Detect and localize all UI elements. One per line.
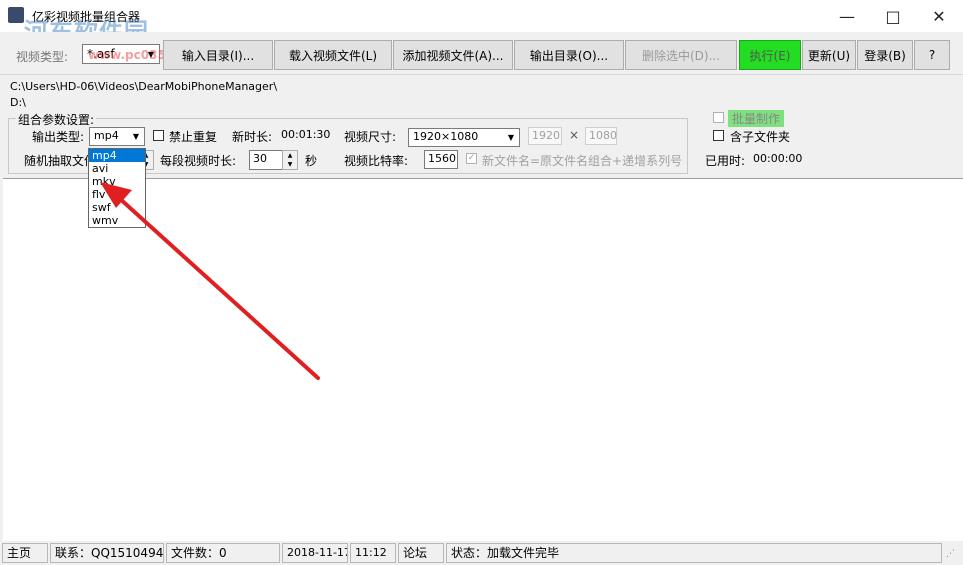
maximize-button[interactable]: □ xyxy=(870,0,916,32)
batch-label: 批量制作 xyxy=(728,110,785,127)
file-list-area[interactable] xyxy=(3,178,963,541)
status-date: 2018-11-17 xyxy=(282,543,348,563)
dropdown-option-avi[interactable]: avi xyxy=(89,162,145,175)
segment-duration-spinner[interactable]: ▲ ▼ xyxy=(282,150,298,170)
params-group-title: 组合参数设置: xyxy=(16,111,97,128)
output-dir-path: D:\ xyxy=(10,96,26,109)
help-button[interactable]: ? xyxy=(914,40,950,70)
bitrate-label: 视频比特率: xyxy=(344,154,409,168)
output-type-dropdown[interactable]: mp4 avi mkv flv swf wmv xyxy=(88,148,146,228)
status-message: 状态：加载文件完毕 xyxy=(446,543,942,563)
status-file-count: 文件数：0 xyxy=(166,543,280,563)
no-repeat-label: 禁止重复 xyxy=(169,130,218,144)
input-dir-button[interactable]: 输入目录(I)... xyxy=(163,40,273,70)
no-repeat-checkbox[interactable] xyxy=(153,130,164,141)
bitrate-input[interactable]: 1560 xyxy=(424,150,458,169)
video-size-value: 1920×1080 xyxy=(413,130,479,143)
status-home-link[interactable]: 主页 xyxy=(2,543,48,563)
output-type-combo[interactable]: mp4 ▼ xyxy=(89,127,145,146)
filename-rule-label: 新文件名=原文件名组合+递增系列号 xyxy=(482,154,683,168)
subfolder-checkbox[interactable] xyxy=(713,130,724,141)
app-icon xyxy=(8,7,24,23)
minimize-icon: — xyxy=(839,6,855,26)
load-video-button[interactable]: 载入视频文件(L) xyxy=(274,40,392,70)
height-input[interactable]: 1080 xyxy=(585,127,617,145)
output-dir-button[interactable]: 输出目录(O)... xyxy=(514,40,624,70)
dropdown-option-flv[interactable]: flv xyxy=(89,188,145,201)
delete-selected-button[interactable]: 删除选中(D)... xyxy=(625,40,737,70)
status-time: 11:12 xyxy=(350,543,396,563)
minimize-button[interactable]: — xyxy=(824,0,870,32)
resize-grip-icon[interactable]: ⋰ xyxy=(946,548,958,560)
batch-checkbox[interactable] xyxy=(713,112,724,123)
elapsed-label: 已用时: xyxy=(705,154,746,168)
elapsed-value: 00:00:00 xyxy=(753,152,803,165)
add-video-button[interactable]: 添加视频文件(A)... xyxy=(393,40,513,70)
random-extract-label: 随机抽取文件 xyxy=(24,154,97,168)
status-contact: 联系：QQ15104946 xyxy=(50,543,164,563)
close-icon: ✕ xyxy=(932,6,946,26)
chevron-down-icon: ▼ xyxy=(132,132,140,141)
dropdown-option-swf[interactable]: swf xyxy=(89,201,145,214)
login-button[interactable]: 登录(B) xyxy=(857,40,913,70)
video-type-label: 视频类型: xyxy=(16,50,69,64)
output-type-value: mp4 xyxy=(94,129,119,142)
video-size-combo[interactable]: 1920×1080 ▼ xyxy=(408,128,520,147)
chevron-down-icon: ▼ xyxy=(507,133,515,142)
execute-button[interactable]: 执行(E) xyxy=(739,40,801,70)
subfolder-label: 含子文件夹 xyxy=(730,130,791,144)
seconds-unit: 秒 xyxy=(305,154,318,168)
status-forum-link[interactable]: 论坛 xyxy=(398,543,444,563)
maximize-icon: □ xyxy=(885,6,901,26)
width-input[interactable]: 1920 xyxy=(528,127,562,145)
dropdown-option-mkv[interactable]: mkv xyxy=(89,175,145,188)
video-size-label: 视频尺寸: xyxy=(344,130,397,144)
segment-duration-input[interactable]: 30 xyxy=(249,150,283,170)
new-duration-value: 00:01:30 xyxy=(281,128,331,141)
dropdown-option-mp4[interactable]: mp4 xyxy=(89,149,145,162)
output-type-label: 输出类型: xyxy=(32,130,85,144)
close-button[interactable]: ✕ xyxy=(916,0,962,32)
times-sign: × xyxy=(569,128,580,142)
dropdown-option-wmv[interactable]: wmv xyxy=(89,214,145,227)
input-dir-path: C:\Users\HD-06\Videos\DearMobiPhoneManag… xyxy=(10,80,278,93)
new-duration-label: 新时长: xyxy=(232,130,273,144)
filename-rule-checkbox[interactable]: ✓ xyxy=(466,153,477,164)
segment-duration-label: 每段视频时长: xyxy=(160,154,237,168)
update-button[interactable]: 更新(U) xyxy=(802,40,856,70)
